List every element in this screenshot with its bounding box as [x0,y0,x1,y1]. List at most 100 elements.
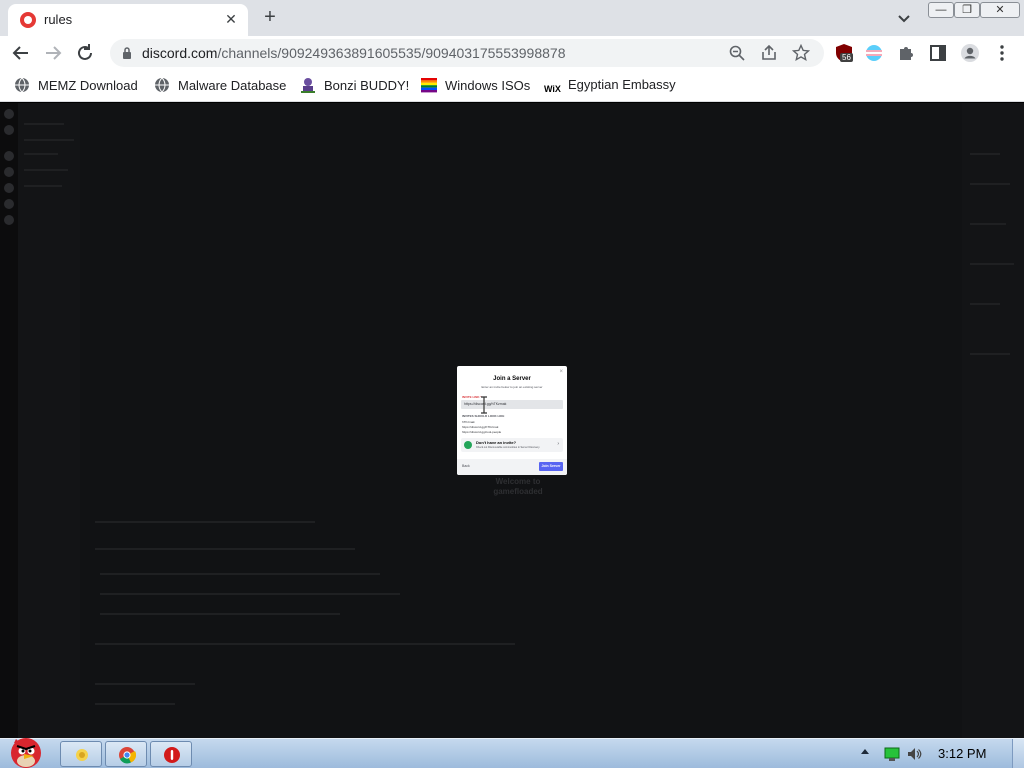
modal-title: Join a Server [493,376,531,382]
invite-examples-header: INVITES SHOULD LOOK LIKE [462,414,505,418]
close-window-button[interactable]: ✕ [980,2,1020,18]
url-text[interactable]: discord.com/channels/909249363891605535/… [142,45,565,61]
browser-tab[interactable]: rules ✕ [8,4,248,36]
rainbow-flag-icon [421,78,437,93]
ublock-extension-icon[interactable]: 56 [834,43,854,63]
modal-subtitle: Enter an invite below to join an existin… [481,385,543,389]
channel-line [24,169,68,171]
minimize-button[interactable]: — [928,2,954,18]
server-icon [4,109,14,119]
extension-badge: 56 [840,53,853,62]
member-line [970,183,1010,185]
no-invite-card[interactable]: Don't have an invite? Check out Discover… [461,438,563,452]
bookmarks-bar: MEMZ Download Malware Database Bonzi BUD… [0,70,1024,102]
zoom-out-icon[interactable] [728,44,746,62]
bookmark-malware-database[interactable]: Malware Database [154,77,286,95]
maximize-button[interactable]: ❐ [954,2,980,18]
message-line [100,573,380,575]
server-icon [4,199,14,209]
chrome-icon [119,747,136,764]
member-line [970,303,1000,305]
member-line [970,153,1000,155]
folder-icon [76,749,88,761]
lock-icon[interactable] [122,47,132,59]
bookmark-egyptian-embassy[interactable]: WiX Egyptian Embassy [544,77,676,95]
message-line [95,683,195,685]
channel-line [24,139,74,141]
member-line [970,263,1014,265]
join-server-modal: × Join a Server Enter an invite below to… [457,366,567,475]
member-list-dimmed [962,103,1024,738]
message-line [95,521,315,523]
taskbar-clock[interactable]: 3:12 PM [938,746,986,761]
show-desktop-button[interactable] [1012,739,1024,768]
compass-icon [464,441,472,449]
network-icon[interactable] [884,746,900,762]
angry-bird-start-icon[interactable] [2,731,50,768]
new-tab-button[interactable]: + [258,6,282,30]
volume-icon[interactable] [906,746,922,762]
message-line [95,703,175,705]
invite-example: hTKzmak [462,420,475,424]
channel-list-dimmed [18,103,80,738]
tab-search-chevron-icon[interactable] [894,8,914,28]
taskbar-opera-button[interactable] [150,741,192,767]
message-line [95,643,515,645]
message-line [100,613,340,615]
browser-titlebar: rules ✕ + — ❐ ✕ [0,0,1024,36]
card-subtitle: Check out Discoverable communities in Se… [476,446,541,449]
chevron-right-icon: › [557,441,559,447]
browser-toolbar: discord.com/channels/909249363891605535/… [0,36,1024,70]
invite-link-label: INVITE LINK * [462,395,482,399]
server-icon [4,183,14,193]
extensions-puzzle-icon[interactable] [896,43,916,63]
server-icon [4,125,14,135]
bookmark-bonzi-buddy[interactable]: Bonzi BUDDY! [300,77,409,95]
channel-line [24,123,64,125]
server-list-dimmed [0,103,18,738]
menu-kebab-icon[interactable] [992,43,1012,63]
invite-example: https://discord.gg/hTKzmak [462,425,499,429]
tab-title: rules [44,12,73,27]
join-server-button[interactable]: Join Server [539,462,563,471]
member-line [970,223,1006,225]
bookmark-memz-download[interactable]: MEMZ Download [14,77,138,95]
forward-arrow-icon[interactable] [40,40,66,66]
server-icon [4,215,14,225]
bonzi-icon [301,78,315,93]
back-arrow-icon[interactable] [8,40,34,66]
tab-close-button[interactable]: ✕ [222,10,240,28]
modal-close-button[interactable]: × [559,369,563,375]
globe-icon [15,77,29,93]
globe-icon [155,77,169,93]
invite-link-input[interactable]: https://discord.gg/hTKzmak [461,400,563,409]
invite-example: https://discord.gg/cool-people [462,430,502,434]
message-line [95,548,355,550]
bookmark-windows-isos[interactable]: Windows ISOs [421,77,530,95]
server-icon [4,167,14,177]
reload-icon[interactable] [72,40,98,66]
member-line [970,353,1010,355]
share-icon[interactable] [760,44,778,62]
windows-taskbar: 3:12 PM [0,738,1024,768]
server-icon [4,151,14,161]
discord-favicon-icon [20,12,36,28]
modal-footer: Back Join Server [457,459,567,475]
card-title: Don't have an invite? [476,440,517,445]
message-line [100,593,400,595]
side-panel-icon[interactable] [928,43,948,63]
pride-flag-extension-icon[interactable] [864,43,884,63]
taskbar-explorer-button[interactable] [60,741,102,767]
profile-avatar-icon[interactable] [960,43,980,63]
channel-line [24,185,62,187]
channel-welcome-heading: Welcome to gamefloaded [493,477,543,496]
channel-line [24,153,58,155]
taskbar-chrome-button[interactable] [105,741,147,767]
wix-icon: WiX [544,84,561,94]
address-bar[interactable]: discord.com/channels/909249363891605535/… [110,39,824,67]
text-cursor-icon [481,396,487,414]
red-circle-icon [164,747,180,763]
back-button[interactable]: Back [462,464,470,468]
tray-expand-icon[interactable] [860,747,870,757]
bookmark-star-icon[interactable] [792,44,810,62]
